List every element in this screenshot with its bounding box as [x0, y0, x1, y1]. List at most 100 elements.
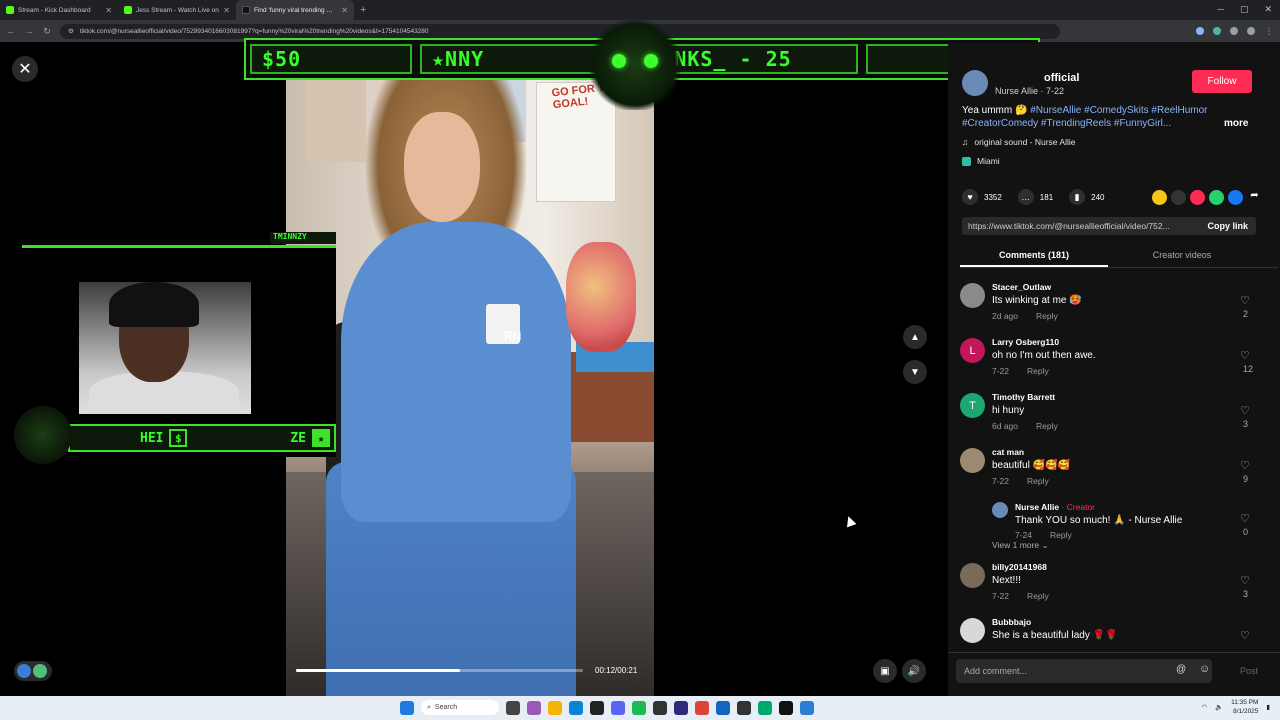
- maximize-icon[interactable]: ▢: [1240, 4, 1249, 15]
- bookmark-icon[interactable]: ▮: [1069, 189, 1086, 205]
- coin-icon[interactable]: [1152, 189, 1167, 205]
- app-icon[interactable]: [674, 700, 688, 715]
- site-info-icon[interactable]: ⚙: [68, 27, 74, 35]
- edge-icon[interactable]: [569, 700, 583, 715]
- whatsapp-icon[interactable]: [1209, 189, 1224, 205]
- heart-icon[interactable]: ♡: [1240, 294, 1250, 307]
- follow-button[interactable]: Follow: [1192, 70, 1252, 93]
- app-icon[interactable]: [737, 700, 751, 715]
- forward-icon[interactable]: →: [24, 26, 34, 36]
- avatar[interactable]: T: [960, 393, 985, 418]
- comment-username[interactable]: Timothy Barrett: [992, 392, 1055, 402]
- avatar[interactable]: L: [960, 338, 985, 363]
- author-handle[interactable]: official: [1044, 72, 1079, 84]
- share-arrow-icon[interactable]: ➦: [1247, 189, 1262, 205]
- tiktok-icon[interactable]: [779, 700, 793, 715]
- volume-button[interactable]: 🔊: [902, 659, 926, 683]
- new-tab-button[interactable]: +: [360, 4, 366, 16]
- heart-icon[interactable]: ♥: [962, 189, 978, 205]
- emoji-icon[interactable]: ☺: [1199, 663, 1210, 675]
- tab-tiktok[interactable]: Find 'funny viral trending … ✕: [236, 0, 354, 20]
- chrome-icon[interactable]: [695, 700, 709, 715]
- heart-icon[interactable]: ♡: [1240, 404, 1250, 417]
- reply-button[interactable]: Reply: [1036, 421, 1058, 431]
- app-icon[interactable]: [716, 700, 730, 715]
- facebook-icon[interactable]: [1228, 189, 1243, 205]
- floating-widget[interactable]: [14, 661, 52, 681]
- sound-row[interactable]: ♫ original sound - Nurse Allie: [962, 137, 1075, 147]
- avatar[interactable]: [962, 70, 988, 96]
- file-explorer-icon[interactable]: [548, 700, 562, 715]
- post-button[interactable]: Post: [1240, 666, 1258, 676]
- app-icon[interactable]: [590, 700, 604, 715]
- pip-button[interactable]: ▣: [873, 659, 897, 683]
- menu-icon[interactable]: ⋮: [1264, 26, 1274, 37]
- mention-icon[interactable]: @: [1176, 664, 1186, 675]
- reply-button[interactable]: Reply: [1036, 311, 1058, 321]
- video-player[interactable]: GO FOR THE GOAL! RN: [286, 42, 654, 696]
- send-icon[interactable]: [1190, 189, 1205, 205]
- windows-start-icon[interactable]: [400, 700, 414, 715]
- extension-icon[interactable]: [1213, 27, 1221, 35]
- reply-button[interactable]: Reply: [1027, 476, 1049, 486]
- tab-creator-videos[interactable]: Creator videos: [1108, 242, 1256, 267]
- location-row[interactable]: Miami: [962, 156, 1000, 166]
- embed-icon[interactable]: [1171, 189, 1186, 205]
- previous-video-button[interactable]: ▲: [903, 325, 927, 349]
- heart-icon[interactable]: ♡: [1240, 459, 1250, 472]
- taskbar-search[interactable]: ⌕ Search: [421, 700, 499, 715]
- next-video-button[interactable]: ▼: [903, 360, 927, 384]
- heart-icon[interactable]: ♡: [1240, 629, 1250, 642]
- avatar[interactable]: [960, 283, 985, 308]
- avatar[interactable]: [960, 448, 985, 473]
- app-icon[interactable]: [800, 700, 814, 715]
- spotify-icon[interactable]: [632, 700, 646, 715]
- reply-button[interactable]: Reply: [1027, 366, 1049, 376]
- app-icon[interactable]: [527, 700, 541, 715]
- tab-jess-stream[interactable]: Jess Stream - Watch Live on Ki ✕: [118, 0, 236, 20]
- reply-username[interactable]: Nurse Allie · Creator: [1015, 502, 1095, 512]
- more-button[interactable]: more: [1224, 118, 1248, 129]
- extension-icon[interactable]: [1230, 27, 1238, 35]
- heart-icon[interactable]: ♡: [1240, 574, 1250, 587]
- avatar[interactable]: [960, 563, 985, 588]
- tab-comments[interactable]: Comments (181): [960, 242, 1108, 267]
- profile-icon[interactable]: [1247, 27, 1255, 35]
- comment-username[interactable]: cat man: [992, 447, 1024, 457]
- heart-icon[interactable]: ♡: [1240, 512, 1250, 525]
- comment-icon[interactable]: …: [1017, 189, 1034, 205]
- comment-username[interactable]: Stacer_Outlaw: [992, 282, 1051, 292]
- wifi-icon[interactable]: ◠: [1201, 703, 1207, 711]
- address-bar[interactable]: ⚙ tiktok.com/@nurseallieofficial/video/7…: [60, 23, 1060, 39]
- heart-icon[interactable]: ♡: [1240, 349, 1250, 362]
- app-icon[interactable]: [758, 700, 772, 715]
- reply-button[interactable]: Reply: [1050, 530, 1072, 540]
- notification-icon[interactable]: ▮: [1266, 703, 1270, 711]
- app-icon[interactable]: [653, 700, 667, 715]
- comment-username[interactable]: Larry Osberg110: [992, 337, 1059, 347]
- tab-kick-dashboard[interactable]: Stream - Kick Dashboard ✕: [0, 0, 118, 20]
- copy-link-button[interactable]: Copy link: [1199, 221, 1256, 231]
- video-link[interactable]: https://www.tiktok.com/@nurseallieoffici…: [962, 221, 1199, 231]
- close-tab-icon[interactable]: ✕: [341, 6, 348, 15]
- comment-username[interactable]: billy20141968: [992, 562, 1047, 572]
- avatar[interactable]: [960, 618, 985, 643]
- close-video-button[interactable]: ✕: [12, 56, 38, 82]
- view-more-replies[interactable]: View 1 more ⌄: [960, 540, 1270, 560]
- clock[interactable]: 11:35 PM 8/1/2025: [1231, 698, 1258, 716]
- close-tab-icon[interactable]: ✕: [105, 6, 112, 15]
- back-icon[interactable]: ←: [6, 26, 16, 36]
- close-window-icon[interactable]: ✕: [1264, 4, 1272, 15]
- close-tab-icon[interactable]: ✕: [223, 6, 230, 15]
- minimize-icon[interactable]: ─: [1218, 4, 1224, 15]
- comment-username[interactable]: Bubbbajo: [992, 617, 1031, 627]
- extension-icon[interactable]: [1196, 27, 1204, 35]
- discord-icon[interactable]: [611, 700, 625, 715]
- video-progress-bar[interactable]: [296, 669, 583, 672]
- reply-button[interactable]: Reply: [1027, 591, 1049, 601]
- reload-icon[interactable]: ↻: [42, 26, 52, 37]
- avatar[interactable]: [992, 502, 1008, 518]
- comment-input[interactable]: Add comment...: [956, 659, 1212, 683]
- volume-icon[interactable]: 🔈: [1215, 703, 1223, 711]
- task-view-icon[interactable]: [506, 700, 520, 715]
